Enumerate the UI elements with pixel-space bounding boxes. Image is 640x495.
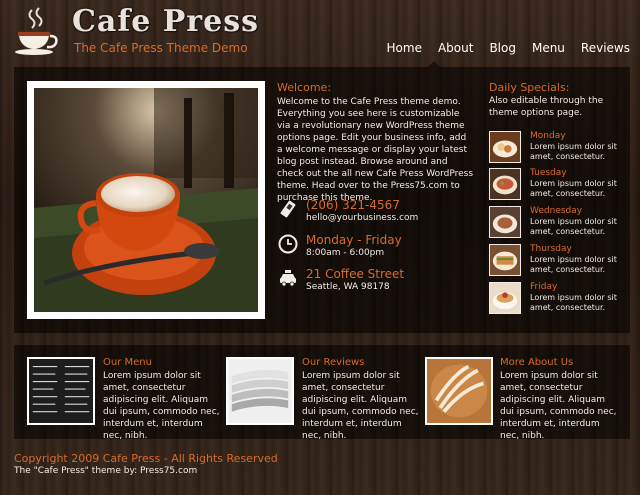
footer-credit[interactable]: The "Cafe Press" theme by: Press75.com (14, 466, 197, 476)
phone-icon (280, 200, 296, 218)
special-day: Monday (530, 131, 566, 141)
address-street: 21 Coffee Street (306, 267, 405, 281)
feature-text-our-menu: Lorem ipsum dolor sit amet, consectetur … (103, 371, 220, 441)
special-thumb-friday (489, 282, 521, 314)
feature-title-our-reviews[interactable]: Our Reviews (302, 357, 364, 368)
special-item[interactable]: Monday Lorem ipsum dolor sit amet, conse… (489, 131, 631, 165)
feature-title-our-menu[interactable]: Our Menu (103, 357, 152, 368)
site-tagline: The Cafe Press Theme Demo (74, 41, 248, 55)
phone-number[interactable]: (206) 321-4567 (306, 198, 400, 212)
taxi-icon (280, 270, 296, 287)
hours-time: 8:00am - 6:00pm (306, 248, 385, 258)
nav-blog[interactable]: Blog (489, 41, 516, 55)
hours-days: Monday - Friday (306, 233, 402, 247)
clock-icon (278, 234, 298, 254)
welcome-text: Welcome to the Cafe Press theme demo. Ev… (277, 97, 474, 203)
special-item[interactable]: Tuesday Lorem ipsum dolor sit amet, cons… (489, 168, 631, 202)
special-item[interactable]: Thursday Lorem ipsum dolor sit amet, con… (489, 244, 631, 278)
special-day: Friday (530, 282, 558, 292)
nav-about[interactable]: About (438, 41, 473, 55)
special-desc: Lorem ipsum dolor sit amet, consectetur. (530, 142, 617, 161)
welcome-title: Welcome: (277, 81, 332, 94)
special-thumb-wednesday (489, 206, 521, 238)
coffee-cup-logo-icon[interactable] (12, 6, 60, 56)
special-day: Wednesday (530, 206, 583, 216)
feature-text-more-about-us: Lorem ipsum dolor sit amet, consectetur … (500, 371, 617, 441)
special-thumb-thursday (489, 244, 521, 276)
special-item[interactable]: Friday Lorem ipsum dolor sit amet, conse… (489, 282, 631, 316)
email-link[interactable]: hello@yourbusiness.com (306, 213, 418, 223)
special-desc: Lorem ipsum dolor sit amet, consectetur. (530, 255, 617, 274)
menu-board-thumb[interactable] (27, 357, 95, 425)
nav-reviews[interactable]: Reviews (581, 41, 630, 55)
feature-title-more-about-us[interactable]: More About Us (500, 357, 573, 368)
special-thumb-tuesday (489, 168, 521, 200)
special-day: Thursday (530, 244, 572, 254)
newspapers-thumb[interactable] (226, 357, 294, 425)
special-desc: Lorem ipsum dolor sit amet, consectetur. (530, 293, 617, 312)
daily-specials-title: Daily Specials: (489, 81, 570, 94)
special-day: Tuesday (530, 168, 567, 178)
nav-menu[interactable]: Menu (532, 41, 565, 55)
daily-specials-subtitle: Also editable through the theme options … (489, 96, 604, 118)
site-title[interactable]: Cafe Press (72, 4, 259, 39)
special-desc: Lorem ipsum dolor sit amet, consectetur. (530, 217, 617, 236)
main-nav: Home About Blog Menu Reviews (371, 41, 630, 55)
nav-home[interactable]: Home (387, 41, 422, 55)
featured-coffee-photo (34, 88, 258, 312)
special-thumb-monday (489, 131, 521, 163)
latte-art-thumb[interactable] (425, 357, 493, 425)
special-desc: Lorem ipsum dolor sit amet, consectetur. (530, 179, 617, 198)
address-city: Seattle, WA 98178 (306, 282, 390, 292)
special-item[interactable]: Wednesday Lorem ipsum dolor sit amet, co… (489, 206, 631, 240)
footer-copyright: Copyright 2009 Cafe Press - All Rights R… (14, 452, 278, 465)
feature-text-our-reviews: Lorem ipsum dolor sit amet, consectetur … (302, 371, 419, 441)
